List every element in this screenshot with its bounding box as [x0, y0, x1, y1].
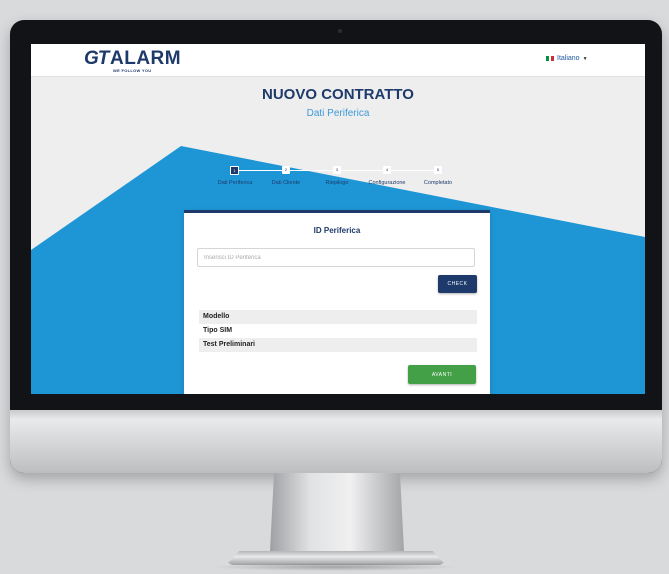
info-row-modello: Modello: [199, 310, 477, 324]
next-button[interactable]: AVANTI: [408, 365, 476, 384]
device-id-card: ID Periferica CHECK Modello Tipo SIM Tes…: [184, 210, 490, 394]
chevron-down-icon: ▼: [582, 55, 588, 62]
language-label: Italiano: [557, 55, 580, 62]
logo-tagline: WE FOLLOW YOU: [113, 68, 152, 73]
language-selector[interactable]: Italiano ▼: [546, 55, 588, 62]
logo-name: ALARM: [110, 48, 182, 69]
stand-shadow: [210, 563, 460, 571]
step-2-label[interactable]: Dati Cliente: [258, 180, 314, 186]
step-1-label[interactable]: Dati Periferica: [207, 180, 263, 186]
step-3-label[interactable]: Riepilogo: [309, 180, 365, 186]
info-row-test-preliminari: Test Preliminari: [199, 338, 477, 352]
monitor-stand: [270, 473, 404, 551]
monitor-chin: [10, 410, 662, 473]
step-4-label[interactable]: Configurazione: [359, 180, 415, 186]
step-2-marker[interactable]: 2: [282, 166, 290, 174]
card-title: ID Periferica: [313, 226, 361, 235]
step-5-marker[interactable]: 5: [434, 166, 442, 174]
page-subtitle: Dati Periferica: [306, 108, 370, 119]
step-5-label[interactable]: Completato: [410, 180, 466, 186]
step-4-marker[interactable]: 4: [383, 166, 391, 174]
screen: GT ALARM WE FOLLOW YOU Italiano ▼ NUOVO …: [31, 44, 645, 394]
page-title: NUOVO CONTRATTO: [262, 86, 414, 103]
check-button[interactable]: CHECK: [438, 275, 477, 293]
italy-flag-icon: [546, 56, 555, 61]
info-row-tipo-sim: Tipo SIM: [203, 327, 233, 334]
device-id-input[interactable]: [197, 248, 475, 267]
logo-mark: GT: [84, 48, 109, 69]
step-3-marker[interactable]: 3: [333, 166, 341, 174]
camera-icon: [338, 29, 342, 33]
step-1-marker[interactable]: 1: [230, 166, 239, 175]
navbar: GT ALARM WE FOLLOW YOU Italiano ▼: [31, 44, 645, 77]
